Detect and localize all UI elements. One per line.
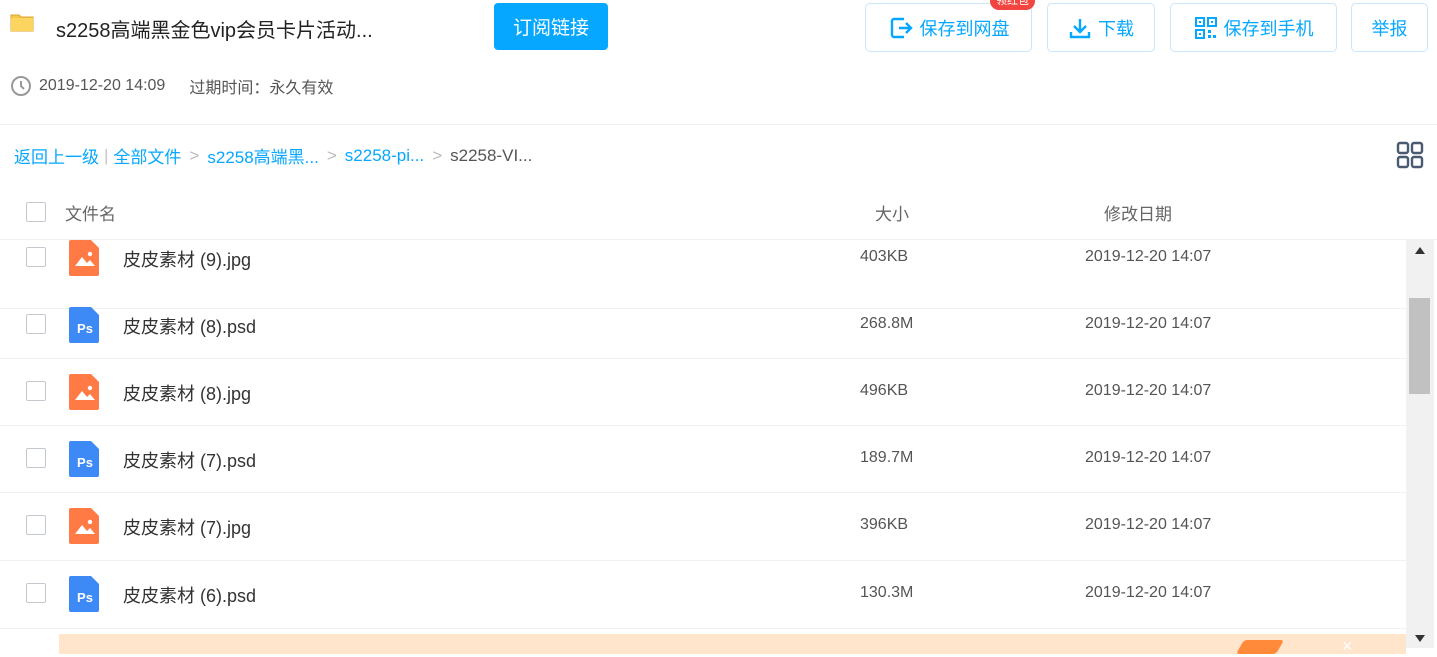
file-list: 皮皮素材 (9).jpg 403KB 2019-12-20 14:07 Ps 皮… [0, 240, 1406, 640]
file-name[interactable]: 皮皮素材 (8).jpg [123, 380, 251, 406]
photoshop-file-icon: Ps [69, 576, 99, 612]
file-date: 2019-12-20 14:07 [1085, 584, 1212, 601]
scroll-up-button[interactable] [1406, 242, 1434, 258]
download-label: 下载 [1098, 18, 1134, 39]
row-checkbox[interactable] [26, 314, 46, 334]
promo-banner[interactable] [59, 634, 1406, 654]
ps-label: Ps [77, 321, 93, 336]
file-date: 2019-12-20 14:07 [1085, 248, 1212, 265]
breadcrumb-item-folder-2[interactable]: s2258-pi... [345, 146, 424, 166]
save-to-disk-button[interactable]: 保存到网盘 [865, 3, 1032, 52]
header-divider [0, 124, 1437, 125]
column-header-date[interactable]: 修改日期 [1104, 200, 1172, 225]
row-checkbox[interactable] [26, 583, 46, 603]
table-row[interactable]: 皮皮素材 (7).jpg 396KB 2019-12-20 14:07 [0, 492, 1406, 561]
qr-code-icon [1194, 16, 1217, 39]
file-name[interactable]: 皮皮素材 (7).jpg [123, 514, 251, 540]
breadcrumb-arrow: > [189, 145, 200, 165]
row-checkbox[interactable] [26, 381, 46, 401]
row-checkbox[interactable] [26, 247, 46, 267]
share-meta: 2019-12-20 14:09 过期时间：永久有效 [10, 74, 333, 98]
save-to-phone-label: 保存到手机 [1223, 18, 1314, 39]
table-row[interactable]: Ps 皮皮素材 (8).psd 268.8M 2019-12-20 14:07 [0, 291, 1406, 359]
column-header-name[interactable]: 文件名 [65, 200, 116, 225]
subscribe-link-button[interactable]: 订阅链接 [494, 3, 608, 50]
breadcrumb-arrow: > [432, 145, 443, 165]
file-size: 189.7M [860, 449, 914, 466]
share-title: s2258高端黑金色vip会员卡片活动... [56, 20, 373, 42]
file-size: 268.8M [860, 315, 914, 332]
file-size: 396KB [860, 516, 909, 533]
image-file-icon [69, 508, 99, 544]
file-name[interactable]: 皮皮素材 (9).jpg [123, 246, 251, 272]
select-all-checkbox[interactable] [26, 202, 46, 222]
clock-icon [11, 76, 31, 96]
breadcrumb-bar: | [104, 145, 109, 165]
arrow-down-icon [1415, 634, 1425, 642]
save-to-disk-label: 保存到网盘 [919, 18, 1010, 39]
save-to-phone-button[interactable]: 保存到手机 [1170, 3, 1337, 52]
table-row[interactable]: Ps 皮皮素材 (6).psd 130.3M 2019-12-20 14:07 [0, 560, 1406, 629]
file-size: 496KB [860, 382, 909, 399]
row-checkbox[interactable] [26, 448, 46, 468]
ps-label: Ps [77, 455, 93, 470]
file-name[interactable]: 皮皮素材 (6).psd [123, 582, 256, 608]
banner-decoration [1235, 640, 1285, 654]
file-date: 2019-12-20 14:07 [1085, 516, 1212, 533]
file-name[interactable]: 皮皮素材 (7).psd [123, 447, 256, 473]
folder-icon [10, 14, 34, 32]
image-file-icon [69, 240, 99, 276]
image-file-icon [69, 374, 99, 410]
download-button[interactable]: 下载 [1047, 3, 1155, 52]
scroll-down-button[interactable] [1406, 630, 1434, 646]
file-name[interactable]: 皮皮素材 (8).psd [123, 313, 256, 339]
download-icon [1069, 18, 1091, 38]
share-datetime: 2019-12-20 14:09 [39, 77, 166, 94]
photoshop-file-icon: Ps [69, 307, 99, 343]
breadcrumb: 返回上一级 | 全部文件 > s2258高端黑... > s2258-pi...… [14, 143, 532, 168]
grid-view-icon[interactable] [1396, 141, 1424, 169]
red-packet-badge: 领红包 [990, 0, 1035, 10]
breadcrumb-arrow: > [326, 145, 337, 165]
file-size: 403KB [860, 248, 909, 265]
table-row[interactable]: Ps 皮皮素材 (7).psd 189.7M 2019-12-20 14:07 [0, 425, 1406, 493]
photoshop-file-icon: Ps [69, 441, 99, 477]
column-header-size[interactable]: 大小 [875, 200, 909, 225]
breadcrumb-back[interactable]: 返回上一级 [14, 143, 99, 168]
expire-text: 过期时间：永久有效 [189, 80, 334, 97]
file-date: 2019-12-20 14:07 [1085, 315, 1212, 332]
arrow-up-icon [1415, 246, 1425, 254]
breadcrumb-current: s2258-VI... [450, 145, 533, 165]
row-checkbox[interactable] [26, 515, 46, 535]
file-date: 2019-12-20 14:07 [1085, 449, 1212, 466]
report-button[interactable]: 举报 [1351, 3, 1428, 52]
save-to-disk-icon [890, 17, 913, 38]
file-date: 2019-12-20 14:07 [1085, 382, 1212, 399]
breadcrumb-item-folder-1[interactable]: s2258高端黑... [207, 143, 319, 168]
report-label: 举报 [1371, 18, 1408, 39]
scrollbar-thumb[interactable] [1409, 298, 1430, 394]
ps-label: Ps [77, 590, 93, 605]
breadcrumb-item-all-files[interactable]: 全部文件 [113, 143, 181, 168]
file-size: 130.3M [860, 584, 914, 601]
table-row[interactable]: 皮皮素材 (8).jpg 496KB 2019-12-20 14:07 [0, 358, 1406, 426]
